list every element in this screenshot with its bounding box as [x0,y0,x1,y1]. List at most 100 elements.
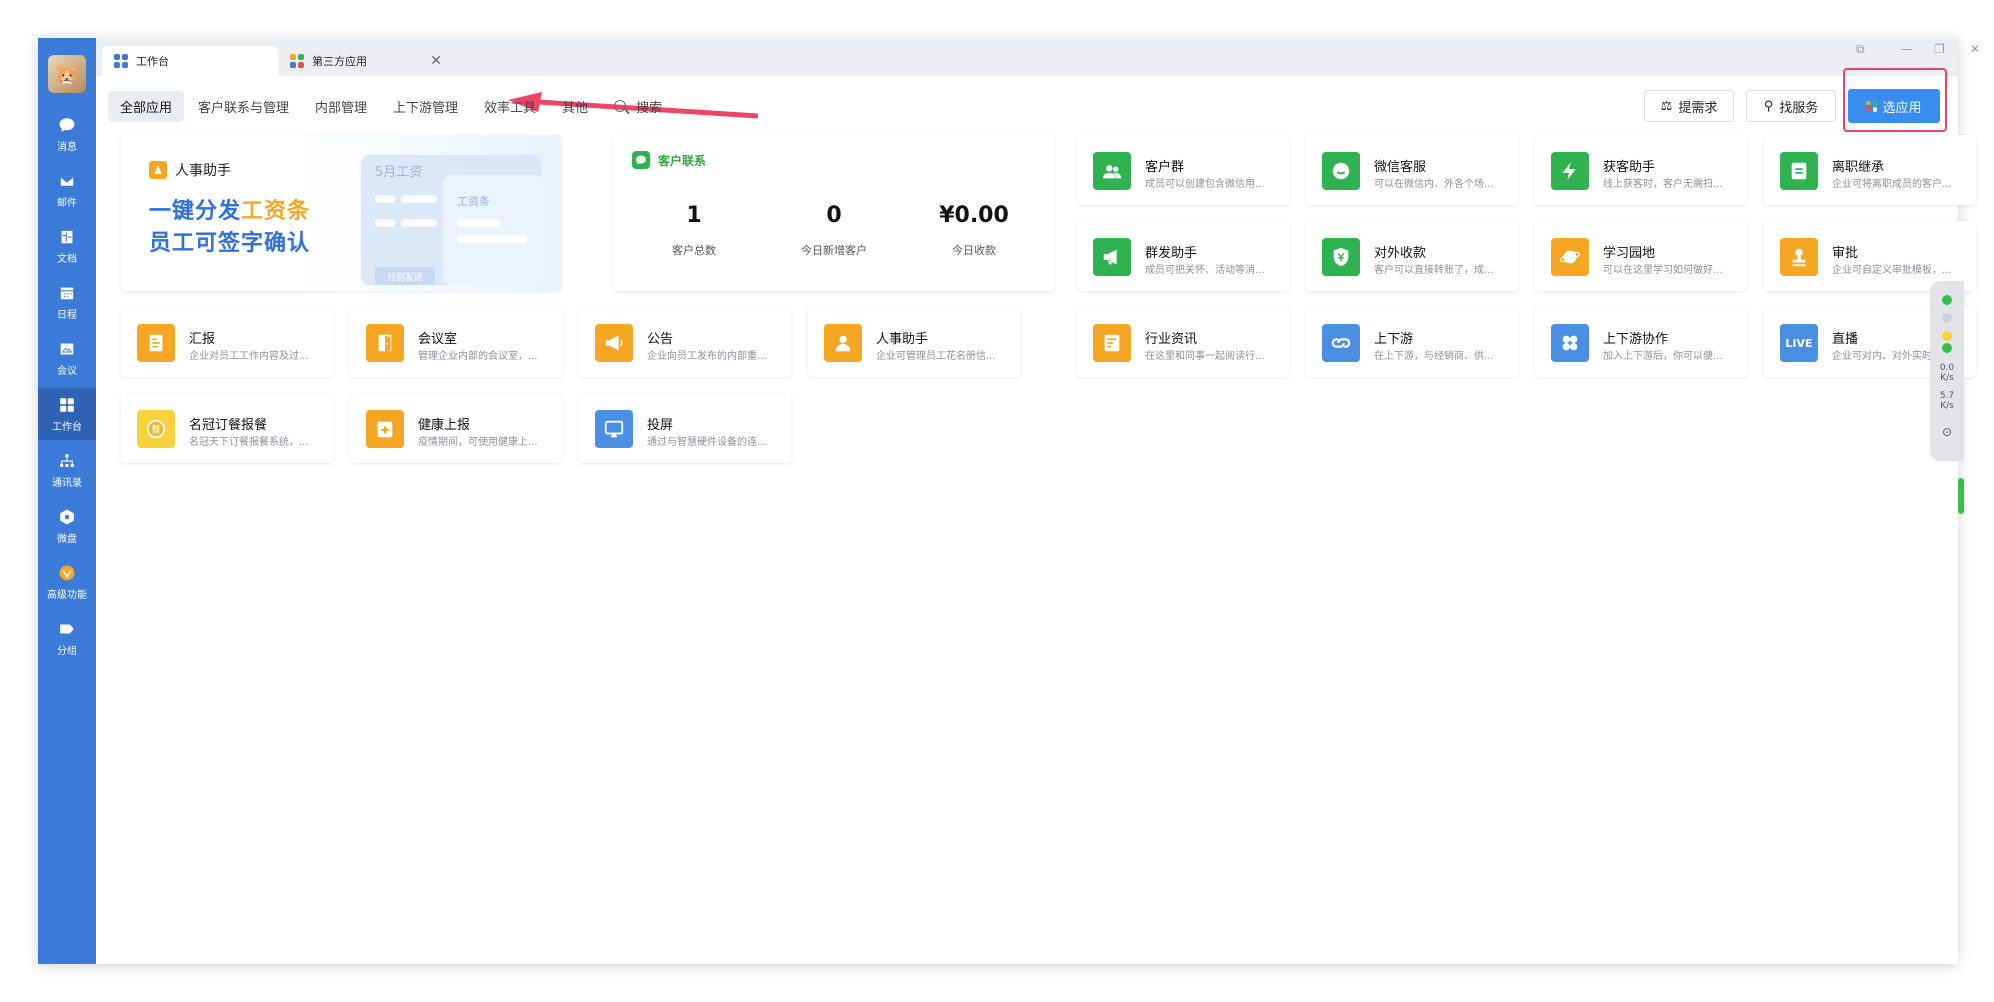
customer-contact-header: 客户联系 [632,151,706,169]
service-button[interactable]: ⚲ 找服务 [1746,90,1836,122]
close-icon[interactable]: ✕ [430,53,442,69]
app-tile[interactable]: 客户群 成员可以创建包含微信用... [1077,135,1289,205]
headline-highlight: 工资条 [241,199,311,224]
close-window-icon[interactable]: ✕ [1970,42,1980,56]
stat-label: 客户总数 [672,244,716,257]
restore-icon[interactable]: ❐ [1934,42,1945,56]
nav-internal[interactable]: 内部管理 [315,97,367,116]
app-name: 会议室 [418,332,458,347]
app-description: 成员可把关怀、活动等消... [1145,265,1265,276]
app-tile[interactable]: 获客助手 线上获客时，客户无需扫... [1535,135,1747,205]
tag-icon [57,619,77,639]
stat-label: 今日新增客户 [801,244,867,257]
popout-icon[interactable]: ⧉ [1856,42,1865,57]
app-tile[interactable]: 上下游协作 加入上下游后，你可以便... [1535,307,1747,377]
camera-icon[interactable]: ⊙ [1934,425,1960,439]
sidebar-item-premium[interactable]: 高级功能 [38,556,96,608]
tab-label: 工作台 [136,55,169,68]
download-speed: 5.7 [1939,391,1955,401]
sidebar-item-groups[interactable]: 分组 [38,612,96,664]
app-name: 对外收款 [1374,246,1427,261]
mock-inner-title: 工资条 [457,195,490,208]
search-button[interactable]: 搜索 [614,97,662,116]
app-description: 管理企业内部的会议室，... [418,351,538,362]
tab-third-party-apps[interactable]: 第三方应用 ✕ [278,46,454,76]
app-description: 成员可以创建包含微信用... [1145,179,1265,190]
sidebar-item-meeting[interactable]: 会议 [38,332,96,384]
banner-tag: ♟ 人事助手 [149,160,231,180]
app-tile[interactable]: 行业资讯 在这里和同事一起阅读行... [1077,307,1289,377]
network-monitor-widget[interactable]: 0.0 K/s 5.7 K/s ⊙ [1930,281,1964,461]
report-icon [137,324,175,362]
app-tile[interactable]: 上下游 在上下游，与经销商、供... [1306,307,1518,377]
premium-icon [57,563,77,583]
sidebar-item-contacts[interactable]: 通讯录 [38,444,96,496]
stat-value: ¥0.00 [939,203,1009,228]
app-tile[interactable]: 微信客服 可以在微信内、外各个场... [1306,135,1518,205]
app-description: 加入上下游后，你可以便... [1603,351,1723,362]
nav-all-apps[interactable]: 全部应用 [108,90,185,122]
app-tile[interactable]: 公告 企业向员工发布的内部重... [579,307,791,377]
app-tile[interactable]: 投屏 通过与智慧硬件设备的连... [579,393,791,463]
app-tile[interactable]: 健康上报 疫情期间，可使用健康上... [350,393,562,463]
sidebar-item-docs[interactable]: 文档 [38,220,96,272]
app-name: 汇报 [189,332,216,347]
upload-speed: 0.0 [1939,363,1955,373]
nav-efficiency[interactable]: 效率工具 [484,97,536,116]
mock-send-button: 分别发送 [375,267,435,285]
nav-other[interactable]: 其他 [562,97,588,116]
app-name: 健康上报 [418,418,471,433]
avatar[interactable]: 🐹 [48,55,86,93]
app-tile[interactable]: 餐 名冠订餐报餐 名冠天下订餐报餐系统，... [121,393,333,463]
banner-headline-1: 一键分发工资条 [149,193,310,225]
sidebar-item-calendar[interactable]: 日程 [38,276,96,328]
app-name: 直播 [1832,332,1859,347]
app-tile[interactable]: 学习园地 可以在这里学习如何做好... [1535,221,1747,291]
apps-icon [1866,100,1878,112]
live-icon: LIVE [1780,324,1818,362]
app-description: 可以在这里学习如何做好... [1603,265,1723,276]
sidebar-item-label: 消息 [57,142,77,153]
health-icon [366,410,404,448]
transfer-icon [1780,152,1818,190]
sidebar-item-drive[interactable]: 微盘 [38,500,96,552]
app-description: 通过与智慧硬件设备的连... [647,437,767,448]
tab-workbench[interactable]: 工作台 [102,46,278,76]
megaphone-icon [1093,238,1131,276]
stat-new-customers: 0 今日新增客户 [764,203,904,258]
nav-upstream[interactable]: 上下游管理 [393,97,458,116]
request-icon: ⚖ [1660,98,1673,114]
nav-customer[interactable]: 客户联系与管理 [198,97,289,116]
mock-inner-card: 工资条 [443,175,543,285]
app-tile[interactable]: 会议室管理企业内部的会议室，... [350,307,562,377]
meal-icon: 餐 [137,410,175,448]
minimize-icon[interactable]: — [1901,42,1913,56]
customer-contact-card[interactable]: 客户联系 1 客户总数 0 今日新增客户 ¥0.00 今日收款 [614,135,1054,291]
app-tile[interactable]: 汇报企业对员工工作内容及过... [121,307,333,377]
app-name: 人事助手 [876,332,929,347]
banner-tag-label: 人事助手 [175,163,231,179]
stat-label: 今日收款 [952,244,996,257]
wechat-service-icon [1322,152,1360,190]
app-tile[interactable]: 群发助手 成员可把关怀、活动等消... [1077,221,1289,291]
choose-app-button[interactable]: 选应用 [1848,89,1940,123]
app-tile[interactable]: 对外收款 客户可以直接转账了，成... [1306,221,1518,291]
hr-assistant-banner[interactable]: ♟ 人事助手 一键分发工资条 员工可签字确认 5月工资 工资条 分别发送 [121,135,561,291]
sidebar-item-mail[interactable]: 邮件 [38,164,96,216]
planet-icon [1551,238,1589,276]
app-window: 🐹 消息 邮件 文档 日程 会议 工作台 通讯录 微盘 高级功能 分组 工作台 … [38,38,1980,964]
door-icon [366,324,404,362]
app-description: 企业对员工工作内容及过... [189,351,309,362]
sidebar-item-label: 文档 [57,254,77,265]
app-description: 在这里和同事一起阅读行... [1145,351,1265,362]
app-tile[interactable]: 离职继承 企业可将离职成员的客户... [1764,135,1976,205]
sidebar-item-messages[interactable]: 消息 [38,108,96,160]
request-label: 提需求 [1678,100,1718,116]
approval-icon [1780,238,1818,276]
app-description: 名冠天下订餐报餐系统，... [189,437,309,448]
workbench-icon [57,395,77,415]
request-button[interactable]: ⚖ 提需求 [1644,90,1734,122]
app-tile[interactable]: 人事助手 企业可管理员工花名册信... [808,307,1020,377]
status-dot [1942,343,1952,353]
sidebar-item-workbench[interactable]: 工作台 [38,388,96,440]
